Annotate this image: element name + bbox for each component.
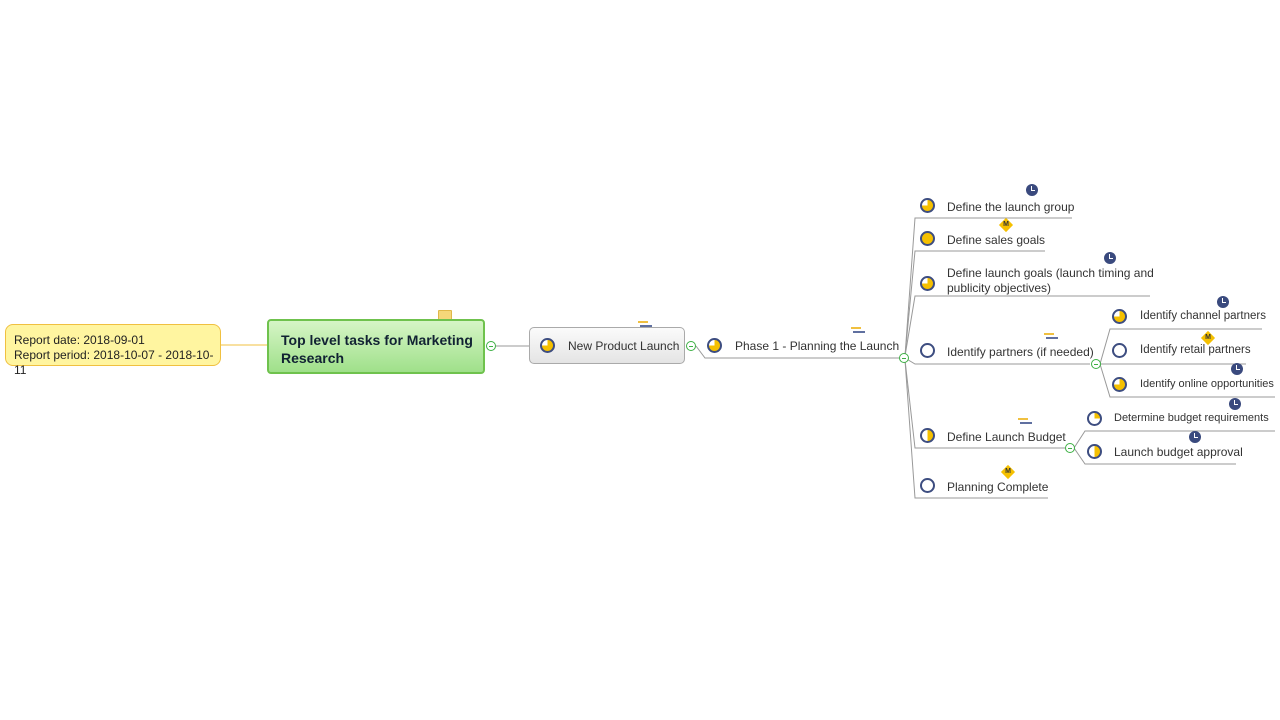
topic-identify-partners[interactable]: Identify partners (if needed)	[947, 345, 1094, 359]
topic-define-launch-group[interactable]: Define the launch group	[947, 200, 1074, 214]
collapse-npl-button[interactable]	[686, 341, 696, 351]
progress-icon	[1087, 411, 1102, 426]
topic-phase-1[interactable]: Phase 1 - Planning the Launch	[735, 339, 899, 353]
clock-icon	[1026, 184, 1038, 196]
clock-icon	[1231, 363, 1243, 375]
report-period: Report period: 2018-10-07 - 2018-10-11	[14, 348, 214, 377]
report-callout: Report date: 2018-09-01 Report period: 2…	[5, 324, 221, 377]
collapse-partners-button[interactable]	[1091, 359, 1101, 369]
progress-icon	[920, 276, 935, 291]
milestone-letter: M	[1005, 468, 1011, 475]
root-title: Top level tasks for Marketing Research	[281, 332, 473, 366]
clock-icon	[1217, 296, 1229, 308]
progress-icon	[1112, 309, 1127, 324]
task-info-icon[interactable]	[1044, 333, 1058, 341]
progress-icon	[920, 231, 935, 246]
milestone-letter: M	[1003, 221, 1009, 228]
progress-icon	[920, 478, 935, 493]
topic-planning-complete[interactable]: Planning Complete	[947, 480, 1048, 494]
collapse-root-button[interactable]	[486, 341, 496, 351]
progress-icon	[920, 343, 935, 358]
topic-channel-partners[interactable]: Identify channel partners	[1140, 310, 1266, 322]
topic-define-launch-goals[interactable]: Define launch goals (launch timing and	[947, 266, 1154, 280]
topic-define-sales-goals[interactable]: Define sales goals	[947, 233, 1045, 247]
topic-budget-approval[interactable]: Launch budget approval	[1114, 445, 1243, 459]
task-info-icon[interactable]	[851, 327, 865, 335]
clock-icon	[1229, 398, 1241, 410]
clock-icon	[1189, 431, 1201, 443]
progress-icon	[540, 338, 555, 353]
progress-icon	[707, 338, 722, 353]
progress-icon	[1112, 343, 1127, 358]
progress-icon	[1087, 444, 1102, 459]
collapse-budget-button[interactable]	[1065, 443, 1075, 453]
clock-icon	[1104, 252, 1116, 264]
progress-icon	[1112, 377, 1127, 392]
topic-retail-partners[interactable]: Identify retail partners	[1140, 344, 1251, 356]
topic-define-launch-budget[interactable]: Define Launch Budget	[947, 430, 1066, 444]
progress-icon	[920, 198, 935, 213]
task-info-icon[interactable]	[1018, 418, 1032, 426]
topic-budget-requirements[interactable]: Determine budget requirements	[1114, 412, 1269, 424]
report-date: Report date: 2018-09-01	[14, 333, 145, 347]
root-topic[interactable]: Top level tasks for Marketing Research	[267, 319, 485, 374]
milestone-letter: M	[1205, 334, 1211, 341]
progress-icon	[920, 428, 935, 443]
topic-define-launch-goals-line2: publicity objectives)	[947, 281, 1052, 295]
collapse-phase1-button[interactable]	[899, 353, 909, 363]
topic-online-opportunities[interactable]: Identify online opportunities	[1140, 378, 1274, 390]
topic-label: New Product Launch	[568, 339, 680, 353]
